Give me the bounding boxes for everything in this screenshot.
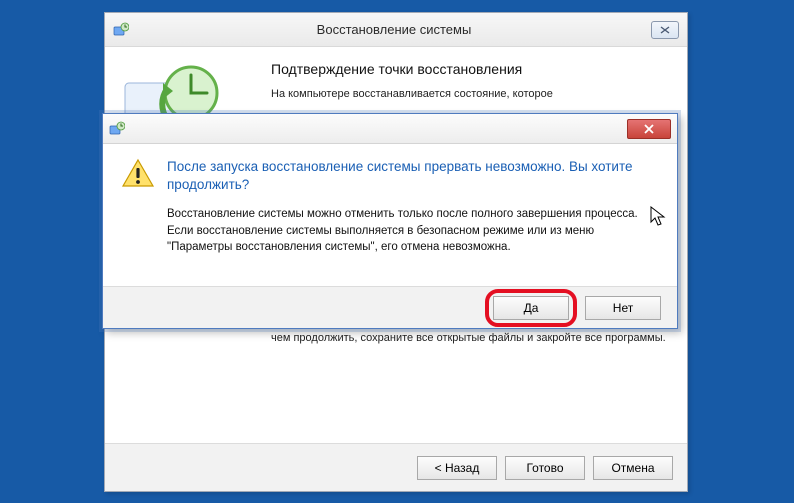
intro-text: На компьютере восстанавливается состояни… bbox=[271, 87, 669, 102]
no-button[interactable]: Нет bbox=[585, 296, 661, 320]
system-restore-icon bbox=[109, 121, 125, 137]
cancel-button[interactable]: Отмена bbox=[593, 456, 673, 480]
dialog-body: После запуска восстановление системы пре… bbox=[103, 144, 677, 265]
back-button[interactable]: < Назад bbox=[417, 456, 497, 480]
window-close-button[interactable] bbox=[651, 21, 679, 39]
confirm-dialog: После запуска восстановление системы пре… bbox=[102, 113, 678, 329]
page-title: Подтверждение точки восстановления bbox=[271, 61, 669, 77]
yes-highlight: Да bbox=[485, 289, 577, 327]
yes-button[interactable]: Да bbox=[493, 296, 569, 320]
window-title: Восстановление системы bbox=[137, 22, 651, 37]
wizard-footer: < Назад Готово Отмена bbox=[105, 443, 687, 491]
dialog-close-button[interactable] bbox=[627, 119, 671, 139]
dialog-paragraph: Восстановление системы можно отменить то… bbox=[167, 206, 659, 254]
system-restore-icon bbox=[113, 22, 129, 38]
finish-button[interactable]: Готово bbox=[505, 456, 585, 480]
titlebar: Восстановление системы bbox=[105, 13, 687, 47]
dialog-titlebar bbox=[103, 114, 677, 144]
dialog-heading: После запуска восстановление системы пре… bbox=[167, 158, 659, 194]
warning-icon bbox=[121, 158, 155, 255]
dialog-footer: Да Нет bbox=[103, 286, 677, 328]
